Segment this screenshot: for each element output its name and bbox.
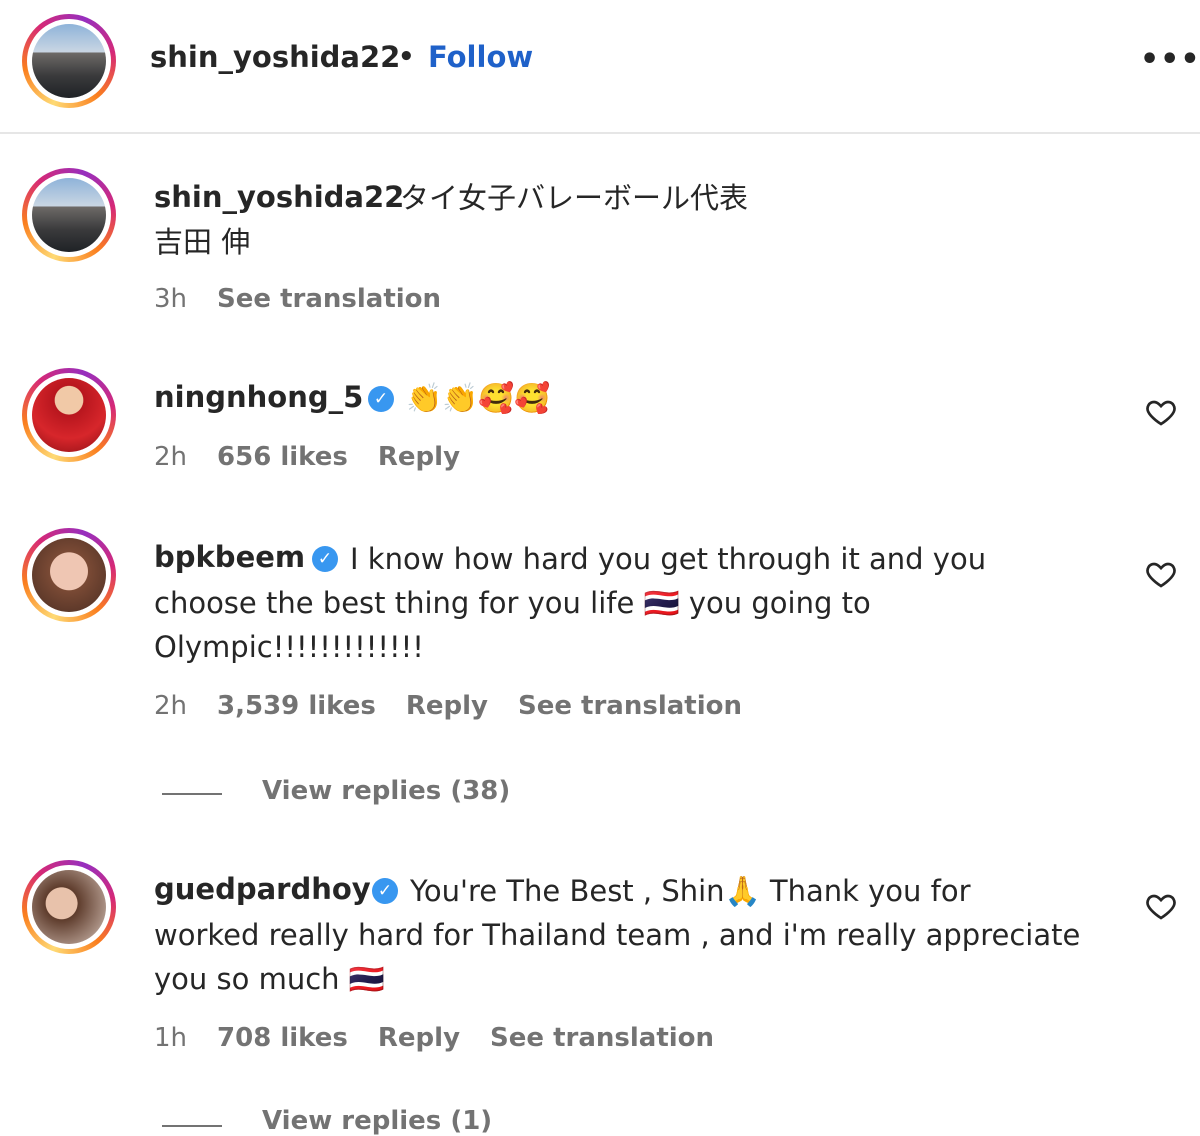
author-avatar[interactable]: [22, 14, 116, 108]
header-separator: •: [398, 42, 415, 72]
verified-badge-icon: ✓: [372, 878, 398, 904]
comment-time: 2h: [154, 442, 188, 472]
reply-button[interactable]: Reply: [406, 691, 488, 721]
more-options-icon[interactable]: •••: [1140, 42, 1200, 77]
follow-button[interactable]: Follow: [428, 40, 533, 74]
commenter-username[interactable]: guedpardhoy: [154, 872, 371, 906]
commenter-username[interactable]: bpkbeem: [154, 540, 305, 574]
comment-meta: 1h 708 likes Reply See translation: [154, 1023, 714, 1053]
comment-meta: 2h 656 likes Reply: [154, 442, 460, 472]
heart-icon[interactable]: [1144, 396, 1178, 428]
commenter-avatar[interactable]: [22, 528, 116, 622]
verified-badge-icon: ✓: [368, 386, 394, 412]
comment-text-line3: you so much 🇹🇭: [154, 962, 385, 996]
comment-likes[interactable]: 708 likes: [217, 1023, 348, 1053]
replies-divider: [162, 793, 222, 795]
comment-time: 2h: [154, 691, 188, 721]
post-header: shin_yoshida22 • Follow •••: [0, 0, 1200, 134]
comment-likes[interactable]: 3,539 likes: [217, 691, 376, 721]
comment-text-line2: worked really hard for Thailand team , a…: [154, 918, 1081, 952]
verified-badge-icon: ✓: [312, 546, 338, 572]
heart-icon[interactable]: [1144, 890, 1178, 922]
comment-likes[interactable]: 656 likes: [217, 442, 348, 472]
commenter-avatar[interactable]: [22, 368, 116, 462]
caption-text-line2: 吉田 伸: [154, 225, 251, 259]
comment-text-line3: Olympic!!!!!!!!!!!!!: [154, 630, 424, 664]
view-replies-button[interactable]: View replies (38): [262, 776, 510, 806]
header-username[interactable]: shin_yoshida22: [150, 40, 400, 74]
reply-button[interactable]: Reply: [378, 442, 460, 472]
commenter-avatar[interactable]: [22, 860, 116, 954]
caption-avatar[interactable]: [22, 168, 116, 262]
replies-divider: [162, 1125, 222, 1127]
caption-text-line1: タイ女子バレーボール代表: [400, 181, 749, 215]
see-translation-button[interactable]: See translation: [490, 1023, 714, 1053]
reply-button[interactable]: Reply: [378, 1023, 460, 1053]
heart-icon[interactable]: [1144, 558, 1178, 590]
comment-text: 👏👏🥰🥰: [406, 381, 551, 415]
caption-time: 3h: [154, 284, 188, 314]
see-translation-button[interactable]: See translation: [518, 691, 742, 721]
commenter-username[interactable]: ningnhong_5: [154, 380, 363, 414]
comment-time: 1h: [154, 1023, 188, 1053]
caption-meta: 3h See translation: [154, 284, 441, 314]
see-translation-button[interactable]: See translation: [217, 284, 441, 314]
comment-text-line1: You're The Best , Shin🙏 Thank you for: [410, 874, 971, 908]
caption-username[interactable]: shin_yoshida22: [154, 180, 404, 214]
comment-text-line2: choose the best thing for you life 🇹🇭 yo…: [154, 586, 871, 620]
comment-meta: 2h 3,539 likes Reply See translation: [154, 691, 742, 721]
comment-text-line1: I know how hard you get through it and y…: [350, 542, 987, 576]
